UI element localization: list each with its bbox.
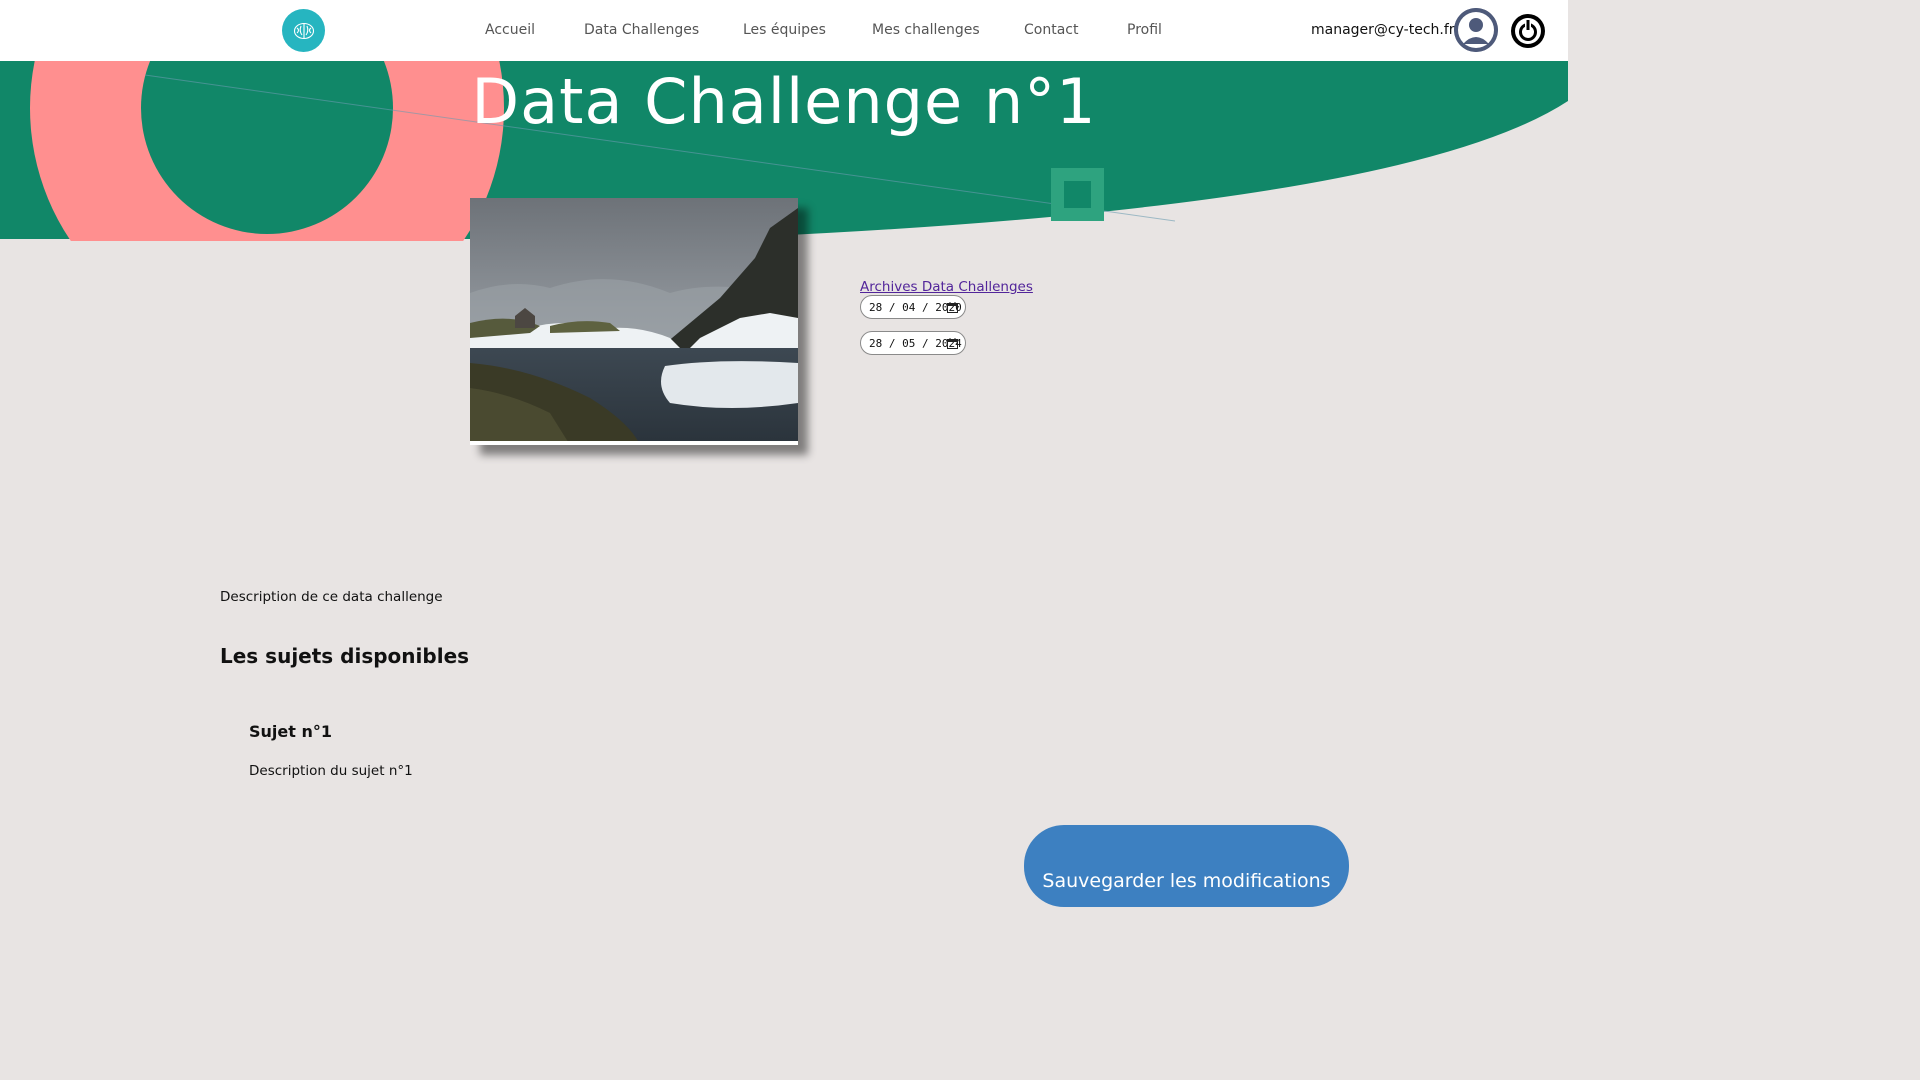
end-date-input[interactable]: 28 / 05 / 2024 [860,331,966,355]
user-avatar-icon[interactable] [1454,8,1498,52]
save-changes-button[interactable]: Sauvegarder les modifications [1024,825,1349,907]
nav-link-contact[interactable]: Contact [1024,22,1078,38]
subjects-heading: Les sujets disponibles [220,644,470,668]
nav-link-mes-challenges[interactable]: Mes challenges [872,22,980,38]
nav-link-accueil[interactable]: Accueil [485,22,535,38]
challenge-description: Description de ce data challenge [220,589,443,605]
calendar-icon[interactable] [947,302,958,313]
top-navbar: Accueil Data Challenges Les équipes Mes … [0,0,1568,61]
power-icon[interactable] [1510,13,1546,49]
nav-link-les-equipes[interactable]: Les équipes [743,22,826,38]
nav-link-data-challenges[interactable]: Data Challenges [584,22,699,38]
calendar-icon[interactable] [947,338,958,349]
brain-logo-icon[interactable] [282,9,325,52]
archives-link[interactable]: Archives Data Challenges [860,279,1033,295]
challenge-image [470,198,798,445]
subject-description: Description du sujet n°1 [249,763,413,779]
subject-title: Sujet n°1 [249,722,332,741]
page-title: Data Challenge n°1 [471,65,1097,138]
nav-link-profil[interactable]: Profil [1127,22,1162,38]
start-date-input[interactable]: 28 / 04 / 2020 [860,295,966,319]
user-email: manager@cy-tech.fr [1311,22,1455,38]
